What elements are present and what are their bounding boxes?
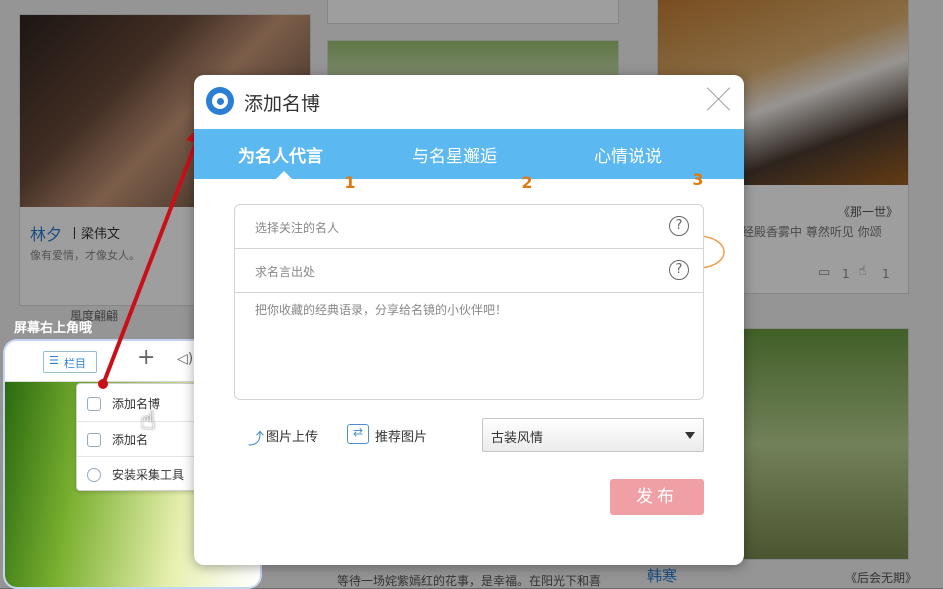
close-icon[interactable] <box>706 86 732 112</box>
column-button[interactable]: ☰ 栏目 <box>43 351 97 373</box>
badge-2: 2 <box>521 173 533 192</box>
chevron-down-icon <box>685 432 695 439</box>
celebrity-select-field[interactable]: 选择关注的名人 ? <box>234 204 704 249</box>
hand-cursor-icon: ☝ <box>140 406 156 436</box>
quote-textarea[interactable]: 把你收藏的经典语录，分享给名镜的小伙伴吧！ <box>234 292 704 400</box>
tab-mood[interactable]: 心情说说 <box>594 142 662 167</box>
publish-button[interactable]: 发布 <box>610 479 704 515</box>
list-icon: ☰ <box>49 354 59 367</box>
help-icon[interactable]: ? <box>669 260 689 280</box>
badge-1: 1 <box>344 173 356 192</box>
app-logo-icon <box>206 87 234 115</box>
dialog-tabs: 为名人代言 与名星邂逅 心情说说 <box>194 129 744 179</box>
tab-encounter[interactable]: 与名星邂逅 <box>412 142 497 167</box>
upload-icon: ⤴ <box>248 429 265 448</box>
dialog-title: 添加名博 <box>244 93 321 115</box>
inset-caption: 屏幕右上角哦 <box>14 321 93 336</box>
source-field[interactable]: 求名言出处 ? <box>234 248 704 293</box>
plus-icon[interactable]: + <box>137 345 155 370</box>
tab-endorse[interactable]: 为名人代言 <box>238 142 323 167</box>
badge-3: 3 <box>692 170 704 189</box>
active-tab-caret <box>276 171 292 179</box>
add-blog-dialog: 添加名博 为名人代言 与名星邂逅 心情说说 1 2 3 选择关注的名人 ? 求名… <box>194 75 744 565</box>
column-label: 栏目 <box>64 357 86 370</box>
speaker-icon[interactable]: ◁) <box>177 351 193 367</box>
blog-icon <box>87 397 101 411</box>
shuffle-icon: ⇄ <box>347 424 369 444</box>
image-icon <box>87 433 101 447</box>
style-select[interactable]: 古装风情 <box>482 418 704 452</box>
tool-icon <box>87 468 101 482</box>
menu-item-install-tool[interactable]: 安装采集工具 <box>77 456 213 491</box>
help-icon[interactable]: ? <box>669 216 689 236</box>
